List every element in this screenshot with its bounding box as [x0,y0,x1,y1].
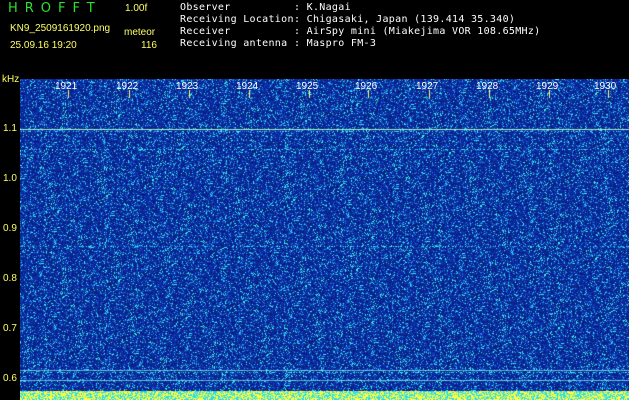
y-tick-label: 0.8 [3,273,17,284]
spectrogram [20,79,629,400]
y-tick-label: 0.6 [3,373,17,384]
observer-value: : K.Nagai [294,2,351,13]
y-tick-label: 1.1 [3,123,17,134]
app-version: 1.00f [125,3,148,14]
x-tick-label: 1923 [176,81,199,92]
x-tick-label: 1927 [416,81,439,92]
x-tick-label: 1924 [236,81,259,92]
x-tick-label: 1921 [55,81,78,92]
observer-label: Observer [180,2,231,13]
app-title: HROFFT [8,1,102,16]
location-value: : Chigasaki, Japan (139.414 35.340) [294,14,516,25]
x-tick-label: 1925 [296,81,319,92]
y-axis-unit: kHz [2,74,20,85]
x-tick-label: 1926 [355,81,378,92]
x-tick-label: 1922 [116,81,139,92]
x-tick-label: 1929 [536,81,559,92]
receiver-value: : AirSpy mini (Miakejima VOR 108.65MHz) [294,26,541,37]
mode-label: meteor [124,27,156,38]
x-tick-label: 1928 [476,81,499,92]
receiver-label: Receiver [180,26,231,37]
date-time: 25.09.16 19:20 [10,40,77,51]
antenna-value: : Maspro FM-3 [294,38,377,49]
x-tick-label: 1930 [594,81,617,92]
echo-count: 116 [141,40,157,51]
y-tick-label: 1.0 [3,173,17,184]
y-tick-label: 0.9 [3,223,17,234]
y-tick-label: 0.7 [3,323,17,334]
location-label: Receiving Location [180,14,294,25]
file-name: KN9_2509161920.png [10,23,111,34]
antenna-label: Receiving antenna [180,38,288,49]
